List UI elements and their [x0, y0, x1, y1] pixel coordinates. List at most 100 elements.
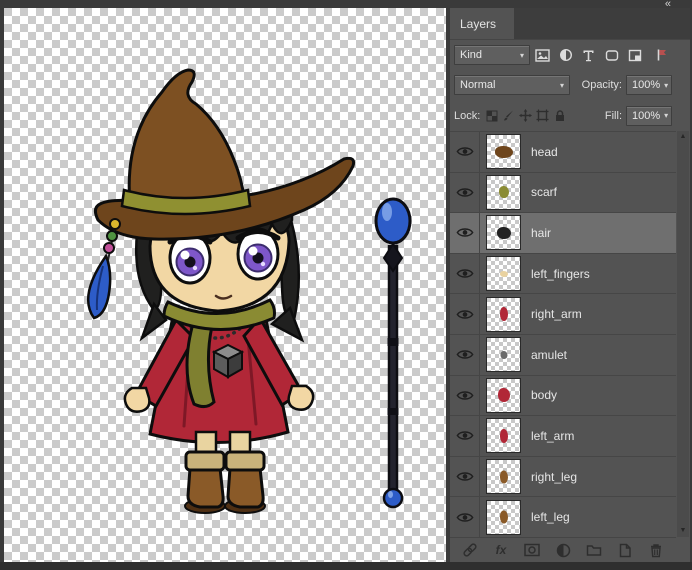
- chevron-down-icon: ▾: [664, 111, 669, 120]
- photoshop-window: Layers Kind ▾ Normal ▾ Opacity: 100% ▾ L…: [0, 0, 692, 570]
- lock-row: Lock: Fill: 100% ▾: [450, 100, 676, 131]
- layer-row-scarf[interactable]: scarf: [450, 172, 676, 214]
- scroll-down-icon[interactable]: ▼: [680, 527, 687, 535]
- layer-filter-toggle[interactable]: [651, 45, 672, 65]
- fill-value: 100%: [632, 109, 661, 122]
- layer-name[interactable]: right_arm: [531, 307, 582, 321]
- layer-thumbnail[interactable]: [486, 499, 521, 535]
- layer-thumb-blob: [499, 470, 508, 484]
- blend-mode-dropdown[interactable]: Normal ▾: [454, 75, 570, 95]
- layer-row-body[interactable]: body: [450, 375, 676, 417]
- kind-filter-dropdown[interactable]: Kind ▾: [454, 45, 530, 65]
- chevron-down-icon: ▾: [664, 80, 669, 90]
- layer-row-head[interactable]: head: [450, 132, 676, 173]
- layer-thumbnail[interactable]: [486, 134, 521, 170]
- new-layer-icon: [619, 543, 631, 557]
- blend-mode-value: Normal: [460, 79, 496, 91]
- layer-row-left_fingers[interactable]: left_fingers: [450, 253, 676, 295]
- fill-label: Fill:: [604, 109, 622, 122]
- layer-thumbnail[interactable]: [486, 296, 521, 332]
- layer-thumb-blob: [499, 307, 508, 322]
- new-group-button[interactable]: [583, 540, 605, 560]
- type-layers-filter-button[interactable]: [578, 45, 599, 65]
- eye-icon: [455, 431, 474, 441]
- layer-filter-row: Kind ▾: [450, 40, 676, 70]
- eye-icon: [455, 512, 474, 522]
- layer-list-scrollbar[interactable]: ▲ ▼: [677, 131, 689, 537]
- link-layers-button[interactable]: [459, 540, 481, 560]
- layer-row-left_arm[interactable]: left_arm: [450, 416, 676, 457]
- visibility-toggle[interactable]: [450, 334, 480, 375]
- lock-image-button[interactable]: [500, 107, 517, 125]
- visibility-toggle[interactable]: [450, 172, 480, 213]
- layer-styles-button[interactable]: fx: [490, 540, 512, 560]
- lock-label: Lock:: [454, 109, 481, 122]
- pixel-layers-filter-button[interactable]: [532, 45, 553, 65]
- layer-name[interactable]: left_fingers: [531, 267, 590, 281]
- layer-name[interactable]: scarf: [531, 185, 557, 199]
- layer-row-right_leg[interactable]: right_leg: [450, 456, 676, 498]
- visibility-toggle[interactable]: [450, 456, 480, 497]
- visibility-toggle[interactable]: [450, 375, 480, 416]
- shape-layers-filter-button[interactable]: [601, 45, 622, 65]
- visibility-toggle[interactable]: [450, 213, 480, 253]
- lock-transparency-button[interactable]: [483, 107, 500, 125]
- adjustment-circle-icon: [556, 543, 570, 557]
- opacity-value: 100%: [632, 79, 661, 91]
- link-icon: [463, 543, 477, 557]
- kind-label: Kind: [460, 49, 483, 61]
- new-adjustment-layer-button[interactable]: [552, 540, 574, 560]
- visibility-toggle[interactable]: [450, 132, 480, 172]
- brush-icon: [504, 110, 514, 121]
- layer-thumb-blob: [500, 350, 507, 359]
- layer-thumb-blob: [499, 270, 508, 277]
- eye-icon: [455, 228, 474, 238]
- layer-name[interactable]: right_leg: [531, 470, 577, 484]
- opacity-value-dropdown[interactable]: 100% ▾: [626, 75, 672, 95]
- layer-thumbnail[interactable]: [486, 174, 521, 210]
- layer-thumbnail[interactable]: [486, 256, 521, 292]
- lock-position-button[interactable]: [517, 107, 534, 125]
- layer-name[interactable]: left_leg: [531, 510, 570, 524]
- layer-thumbnail[interactable]: [486, 418, 521, 454]
- layer-name[interactable]: amulet: [531, 348, 567, 362]
- lock-icon: [555, 110, 564, 121]
- add-layer-mask-button[interactable]: [521, 540, 543, 560]
- layer-mask-icon: [524, 543, 540, 557]
- layer-name[interactable]: hair: [531, 226, 551, 240]
- visibility-toggle[interactable]: [450, 253, 480, 294]
- collapse-panels-button[interactable]: «: [665, 0, 672, 10]
- document-canvas[interactable]: [4, 8, 446, 562]
- eye-icon: [455, 309, 474, 319]
- layer-thumbnail[interactable]: [486, 459, 521, 495]
- visibility-toggle[interactable]: [450, 294, 480, 334]
- new-layer-button[interactable]: [614, 540, 636, 560]
- visibility-toggle[interactable]: [450, 416, 480, 456]
- layer-name[interactable]: left_arm: [531, 429, 574, 443]
- layer-row-hair[interactable]: hair: [450, 213, 676, 254]
- layer-name[interactable]: body: [531, 388, 557, 402]
- scroll-up-icon[interactable]: ▲: [680, 133, 687, 141]
- delete-layer-button[interactable]: [645, 540, 667, 560]
- layer-thumbnail[interactable]: [486, 337, 521, 373]
- half-circle-icon: [559, 48, 572, 62]
- adjustment-layers-filter-button[interactable]: [555, 45, 576, 65]
- layer-name[interactable]: head: [531, 145, 558, 159]
- visibility-toggle[interactable]: [450, 497, 480, 537]
- layers-panel-toolbar: fx: [450, 537, 676, 562]
- layer-thumbnail[interactable]: [486, 215, 521, 251]
- chevron-down-icon: ▾: [559, 80, 564, 90]
- lock-artboard-button[interactable]: [534, 107, 551, 125]
- move-icon: [519, 109, 533, 122]
- layer-row-right_arm[interactable]: right_arm: [450, 294, 676, 335]
- panel-tab-bar: Layers: [450, 8, 690, 40]
- layer-row-left_leg[interactable]: left_leg: [450, 497, 676, 537]
- tab-layers[interactable]: Layers: [450, 8, 514, 39]
- layer-thumbnail[interactable]: [486, 377, 521, 413]
- lock-all-button[interactable]: [551, 107, 568, 125]
- fill-value-dropdown[interactable]: 100% ▾: [626, 105, 672, 126]
- blend-row: Normal ▾ Opacity: 100% ▾: [450, 70, 676, 100]
- layer-row-amulet[interactable]: amulet: [450, 334, 676, 376]
- eye-icon: [455, 472, 474, 481]
- smart-objects-filter-button[interactable]: [624, 45, 645, 65]
